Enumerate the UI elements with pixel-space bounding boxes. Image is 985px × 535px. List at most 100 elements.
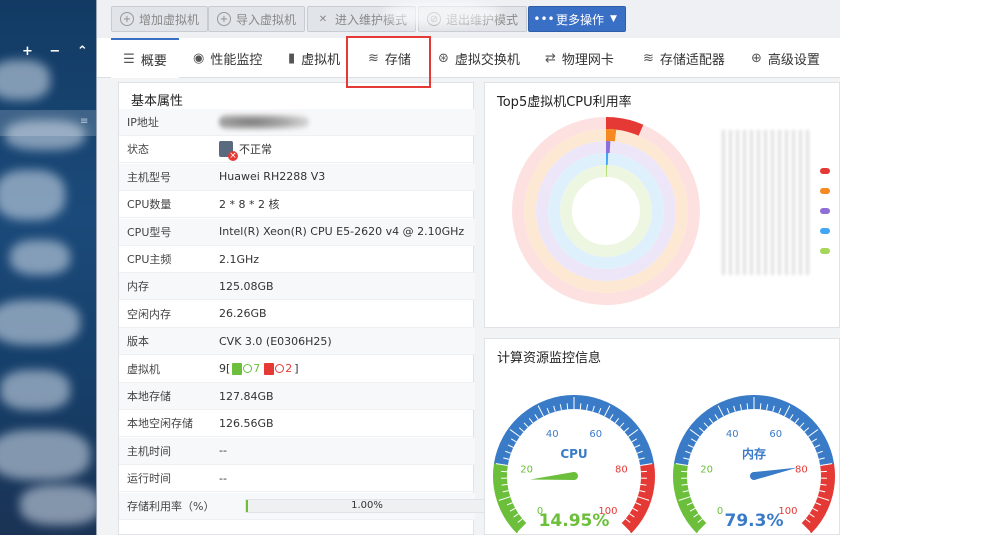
gauge-tick-label: 80 xyxy=(615,464,628,475)
gauge-tick-label: 60 xyxy=(589,429,602,440)
gauge-needle xyxy=(530,472,575,480)
running-count: 7 xyxy=(253,362,261,376)
prop-value: 2 * 8 * 2 核 xyxy=(219,198,280,212)
gauge-hub xyxy=(750,472,758,480)
prop-row: 虚拟机 9[7 2] xyxy=(119,356,475,383)
vm-icon: ▮ xyxy=(288,50,296,66)
play-icon xyxy=(243,364,253,374)
prop-label: 虚拟机 xyxy=(127,362,160,376)
prop-label: 本地空闲存储 xyxy=(127,417,193,431)
tab-overview[interactable]: ☰ 概要 xyxy=(111,38,179,78)
left-sidebar: + − ⌃ ≡ xyxy=(0,0,96,535)
running-vm-badge[interactable]: 7 xyxy=(232,362,260,375)
gauge-tick-label: 20 xyxy=(520,464,533,475)
prop-row: 本地存储 127.84GB xyxy=(119,383,475,410)
tab-performance[interactable]: ◉ 性能监控 xyxy=(193,38,262,78)
gauge-label: 内存 xyxy=(742,446,766,461)
list-icon: ☰ xyxy=(123,51,135,67)
vm-total: 9 xyxy=(219,362,226,376)
vm-running-icon xyxy=(232,362,243,375)
gauge-label: CPU xyxy=(560,447,587,461)
top5-legend xyxy=(722,130,812,275)
vm-count-value: 9[7 2] xyxy=(219,362,299,375)
prop-row: IP地址 xyxy=(119,109,475,136)
caret-down-icon: ▼ xyxy=(610,14,617,24)
legend-dot xyxy=(820,228,830,234)
tab-advanced-settings[interactable]: ⊕ 高级设置 xyxy=(751,38,820,78)
gauge-band xyxy=(621,463,655,534)
prop-value: 125.08GB xyxy=(219,279,274,293)
wrench-icon: ✕ xyxy=(318,13,328,25)
gauge-tick xyxy=(746,403,749,410)
prop-row: 本地空闲存储 126.56GB xyxy=(119,410,475,438)
gauge-tick-label: 60 xyxy=(769,429,782,440)
prop-row: CPU数量 2 * 8 * 2 核 xyxy=(119,191,475,219)
scrollbar-handle[interactable]: ≡ xyxy=(80,116,88,127)
prop-row: 内存 125.08GB xyxy=(119,273,475,301)
toolbar: + 增加虚拟机 + 导入虚拟机 ✕ 进入维护模式 ⊘ 退出维护模式 ••• 更多… xyxy=(97,0,840,38)
database-icon: ≋ xyxy=(643,50,654,66)
prop-label: CPU数量 xyxy=(127,198,172,212)
tab-bar: ☰ 概要 ◉ 性能监控 ▮ 虚拟机 ≋ 存储 ⊛ 虚拟交换机 ⇄ 物理网卡 ≋ … xyxy=(97,38,840,78)
ring-value-arc[interactable] xyxy=(605,129,617,142)
prop-row: 状态 不正常 xyxy=(119,136,475,164)
prop-value: CVK 3.0 (E0306H25) xyxy=(219,334,332,348)
prop-row: CPU主频 2.1GHz xyxy=(119,246,475,273)
compute-monitor-panel: 计算资源监控信息 0 20 40 60 80 100 CPU 14.95% 0 20 40 60 80 1… xyxy=(484,338,840,535)
gauge-tick-label: 0 xyxy=(717,506,723,517)
prop-value: Huawei RH2288 V3 xyxy=(219,170,326,184)
prop-value: -- xyxy=(219,444,227,458)
prop-label: 主机时间 xyxy=(127,444,171,458)
gauge-hub xyxy=(570,472,578,480)
gauge-tick-label: 40 xyxy=(546,429,559,440)
gauge-tick-label: 20 xyxy=(700,464,713,475)
sidebar-tools[interactable]: + − ⌃ xyxy=(22,44,94,59)
gauge-band xyxy=(801,463,835,534)
monitor-icon: ◉ xyxy=(193,50,205,66)
status-value: 不正常 xyxy=(219,141,272,162)
add-vm-button[interactable]: + 增加虚拟机 xyxy=(111,6,209,32)
more-dots-icon: ••• xyxy=(533,12,555,26)
tab-virtual-switch[interactable]: ⊛ 虚拟交换机 xyxy=(438,38,520,78)
highlight-box xyxy=(346,36,431,88)
prop-label: 存储利用率（%） xyxy=(127,499,215,513)
gauge-tick xyxy=(579,403,582,410)
prop-value: -- xyxy=(219,471,227,485)
prop-row: 主机时间 -- xyxy=(119,437,475,465)
tab-vms[interactable]: ▮ 虚拟机 xyxy=(288,38,340,78)
prop-row: 运行时间 -- xyxy=(119,465,475,493)
legend-dot xyxy=(820,168,830,174)
storage-usage-progress: 1.00% xyxy=(245,498,489,513)
prop-value: 26.26GB xyxy=(219,307,267,321)
gauge-tick-label: 40 xyxy=(726,429,739,440)
blank-area xyxy=(840,0,985,535)
tab-storage-adapter[interactable]: ≋ 存储适配器 xyxy=(643,38,725,78)
import-vm-button[interactable]: + 导入虚拟机 xyxy=(208,6,306,32)
prop-row: 版本 CVK 3.0 (E0306H25) xyxy=(119,328,475,356)
prop-row: 主机型号 Huawei RH2288 V3 xyxy=(119,163,475,191)
prop-label: 状态 xyxy=(127,143,149,157)
basic-properties-panel: 基本属性 IP地址状态不正常主机型号Huawei RH2288 V3CPU数量2… xyxy=(118,82,489,535)
switch-icon: ⊛ xyxy=(438,50,449,66)
gauge-value: 79.3% xyxy=(725,511,784,531)
prop-label: 版本 xyxy=(127,335,149,349)
prop-label: IP地址 xyxy=(127,116,159,129)
more-actions-button[interactable]: ••• 更多操作 ▼ xyxy=(528,6,626,32)
ring-value-arc[interactable] xyxy=(605,117,644,136)
prop-label: 运行时间 xyxy=(127,472,171,486)
prop-value: 2.1GHz xyxy=(219,252,260,266)
gauge-tick-label: 80 xyxy=(795,464,808,475)
legend-dot xyxy=(820,188,830,194)
gauge-band xyxy=(673,463,707,534)
prop-row: 存储利用率（%） 1.00% xyxy=(119,492,489,520)
prop-label: 空闲内存 xyxy=(127,307,171,321)
prop-value: Intel(R) Xeon(R) CPU E5-2620 v4 @ 2.10GH… xyxy=(219,225,465,239)
prop-value: 127.84GB xyxy=(219,389,274,403)
gauge-band xyxy=(493,463,527,534)
nic-icon: ⇄ xyxy=(545,50,556,66)
progress-text: 1.00% xyxy=(351,499,383,511)
prop-row: CPU型号 Intel(R) Xeon(R) CPU E5-2620 v4 @ 2… xyxy=(119,218,475,246)
stopped-vm-badge[interactable]: 2 xyxy=(264,362,292,375)
tab-physical-nic[interactable]: ⇄ 物理网卡 xyxy=(545,38,614,78)
host-error-icon xyxy=(219,141,238,162)
